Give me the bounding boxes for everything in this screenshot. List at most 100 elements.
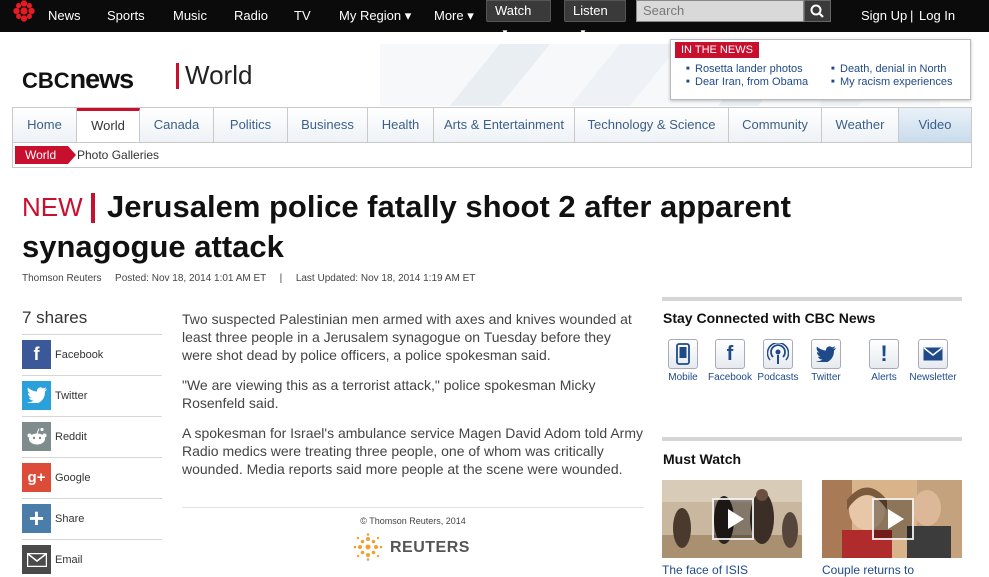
connect-label: Podcasts: [757, 372, 799, 383]
article-paragraph: Two suspected Palestinian men armed with…: [182, 311, 632, 363]
listen-button-label: Listen: [573, 3, 608, 18]
tab-arts-entertainment[interactable]: Arts & Entertainment: [434, 108, 575, 142]
tab-community[interactable]: Community: [729, 108, 822, 142]
video-thumbnail[interactable]: [662, 480, 802, 558]
nav-tv[interactable]: TV: [294, 9, 311, 23]
cbc-news-logo[interactable]: CBCnews: [22, 64, 135, 95]
cbc-gem-icon[interactable]: [10, 0, 38, 22]
share-label: Twitter: [55, 390, 88, 402]
search-icon: [810, 4, 824, 18]
share-generic-button[interactable]: + Share: [22, 504, 162, 534]
section-tabs: Home World Canada Politics Business Heal…: [12, 107, 972, 143]
reuters-dots-icon: [353, 533, 383, 561]
section-title[interactable]: World: [185, 60, 252, 91]
share-label: Reddit: [55, 431, 87, 443]
tab-technology-science[interactable]: Technology & Science: [575, 108, 729, 142]
mobile-icon: [676, 343, 690, 365]
article-paragraph: "We are viewing this as a terrorist atta…: [182, 377, 596, 411]
logo-divider: [176, 63, 179, 89]
in-the-news-panel: IN THE NEWS Rosetta lander photos Dear I…: [670, 39, 971, 100]
sub-navigation: World Photo Galleries: [12, 143, 972, 168]
search-placeholder: Search: [643, 3, 685, 18]
facebook-icon: f: [726, 342, 734, 365]
connect-label: Facebook: [708, 372, 752, 383]
nav-news[interactable]: News: [48, 9, 81, 23]
connect-twitter[interactable]: Twitter: [801, 339, 851, 383]
google-plus-icon: g+: [22, 463, 51, 492]
connect-label: Mobile: [668, 372, 698, 383]
subnav-photo-galleries[interactable]: Photo Galleries: [77, 148, 159, 162]
nav-my-region[interactable]: My Region ▾: [339, 9, 411, 23]
article-divider: [182, 507, 644, 508]
share-divider: [22, 457, 162, 458]
article-paragraph: A spokesman for Israel's ambulance servi…: [182, 425, 643, 477]
nav-music[interactable]: Music: [173, 9, 207, 23]
plus-icon: +: [22, 504, 51, 533]
search-button[interactable]: [804, 0, 831, 22]
share-reddit-button[interactable]: Reddit: [22, 422, 162, 452]
newsletter-icon: [923, 347, 943, 361]
share-divider: [22, 334, 162, 335]
video-thumbnail[interactable]: [822, 480, 962, 558]
nav-radio[interactable]: Radio: [234, 9, 268, 23]
in-the-news-item[interactable]: Dear Iran, from Obama: [686, 76, 808, 88]
article-byline: Thomson Reuters Posted: Nov 18, 2014 1:0…: [22, 273, 475, 284]
share-divider: [22, 416, 162, 417]
connect-podcasts[interactable]: Podcasts: [753, 339, 803, 383]
alert-icon: !: [880, 341, 888, 366]
play-icon: [872, 498, 914, 540]
connect-newsletter[interactable]: Newsletter: [908, 339, 958, 383]
reddit-icon: [22, 422, 51, 451]
video-caption[interactable]: Couple returns to: [822, 563, 914, 577]
tab-world[interactable]: World: [77, 108, 140, 142]
in-the-news-item[interactable]: Rosetta lander photos: [686, 63, 803, 75]
search-input[interactable]: Search: [636, 0, 804, 22]
sign-up-link[interactable]: Sign Up: [861, 9, 907, 23]
connect-alerts[interactable]: ! Alerts: [859, 339, 909, 383]
in-the-news-item[interactable]: My racism experiences: [831, 76, 953, 88]
share-email-button[interactable]: Email: [22, 545, 162, 575]
in-the-news-tag: IN THE NEWS: [675, 42, 759, 58]
connect-facebook[interactable]: f Facebook: [705, 339, 755, 383]
podcast-icon: [767, 343, 789, 364]
facebook-icon: f: [22, 340, 51, 369]
share-facebook-button[interactable]: f Facebook: [22, 340, 162, 370]
article-headline: Jerusalem police fatally shoot 2 after a…: [22, 189, 791, 264]
byline-separator: |: [279, 273, 283, 284]
share-google-button[interactable]: g+ Google: [22, 463, 162, 493]
auth-separator: |: [910, 8, 914, 23]
tab-health[interactable]: Health: [368, 108, 434, 142]
rail-divider: [662, 437, 962, 441]
share-label: Share: [55, 513, 85, 525]
connect-mobile[interactable]: Mobile: [658, 339, 708, 383]
logo-news-text: news: [69, 64, 135, 94]
connect-label: Alerts: [871, 372, 897, 383]
play-icon: [712, 498, 754, 540]
subnav-current-world[interactable]: World: [15, 146, 77, 164]
watch-button-label: Watch: [495, 3, 532, 18]
tab-home[interactable]: Home: [13, 108, 77, 142]
nav-sports[interactable]: Sports: [107, 9, 145, 23]
byline-source: Thomson Reuters: [22, 273, 102, 284]
share-divider: [22, 375, 162, 376]
tab-video[interactable]: Video: [899, 108, 971, 142]
share-divider: [22, 539, 162, 540]
byline-updated: Last Updated: Nov 18, 2014 1:19 AM ET: [295, 273, 476, 284]
tab-weather[interactable]: Weather: [822, 108, 899, 142]
listen-button[interactable]: Listen ▼: [564, 0, 626, 37]
tab-business[interactable]: Business: [288, 108, 368, 142]
twitter-icon: [816, 346, 836, 362]
watch-button[interactable]: Watch ▼: [486, 0, 551, 37]
video-caption[interactable]: The face of ISIS: [662, 563, 748, 577]
nav-more[interactable]: More ▾: [434, 9, 474, 23]
top-navigation-bar: News Sports Music Radio TV My Region ▾ M…: [0, 0, 989, 37]
tab-canada[interactable]: Canada: [140, 108, 214, 142]
share-label: Email: [55, 554, 83, 566]
share-label: Facebook: [55, 349, 104, 361]
rail-divider: [662, 297, 962, 301]
log-in-link[interactable]: Log In: [919, 9, 955, 23]
share-twitter-button[interactable]: Twitter: [22, 381, 162, 411]
byline-posted: Posted: Nov 18, 2014 1:01 AM ET: [115, 273, 267, 284]
in-the-news-item[interactable]: Death, denial in North: [831, 63, 946, 75]
tab-politics[interactable]: Politics: [214, 108, 288, 142]
